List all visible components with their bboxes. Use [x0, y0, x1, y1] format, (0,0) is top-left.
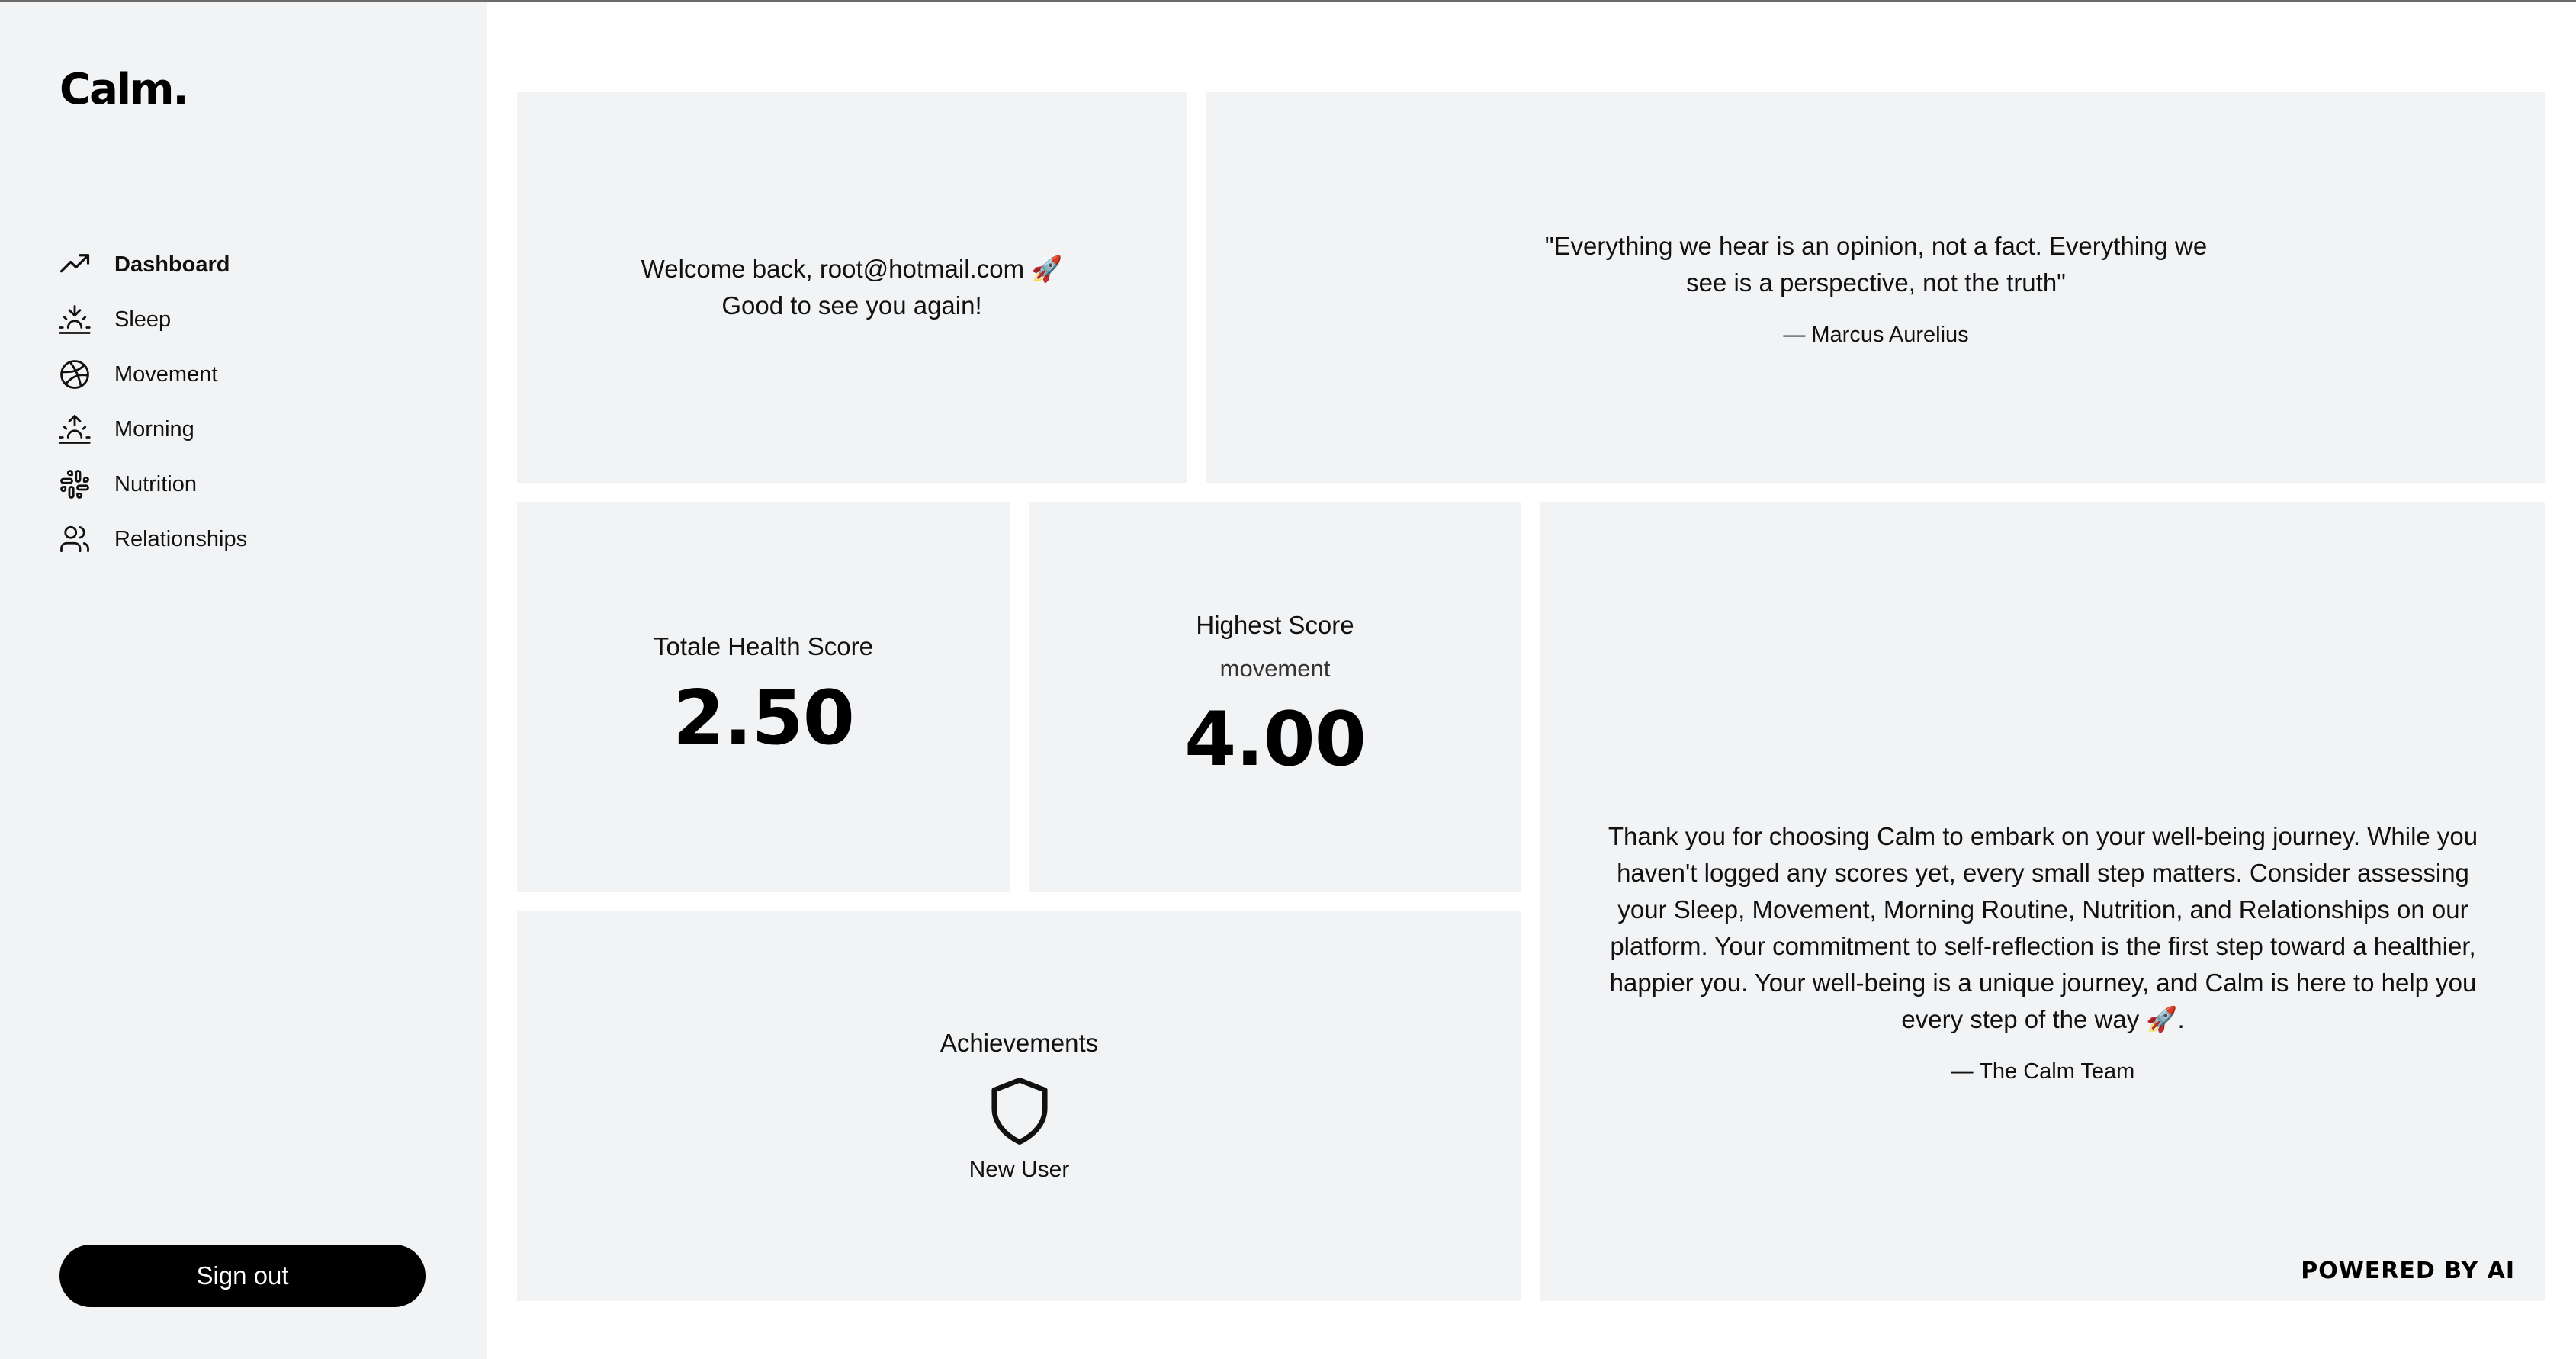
- users-icon: [58, 522, 92, 556]
- sidebar-item-morning[interactable]: Morning: [58, 402, 470, 457]
- sidebar-item-label: Nutrition: [114, 471, 197, 496]
- sidebar-item-movement[interactable]: Movement: [58, 347, 470, 402]
- quote-author: — Marcus Aurelius: [1783, 322, 1969, 347]
- sidebar-item-label: Relationships: [114, 526, 248, 551]
- achievements-card: Achievements New User: [517, 911, 1521, 1301]
- app-logo[interactable]: Calm.: [59, 65, 189, 114]
- welcome-card: Welcome back, root@hotmail.com 🚀 Good to…: [517, 92, 1187, 483]
- highest-score-card: Highest Score movement 4.00: [1029, 502, 1521, 892]
- sunset-icon: [58, 303, 92, 336]
- achievement-badge-label: New User: [968, 1157, 1070, 1182]
- welcome-message: Welcome back, root@hotmail.com 🚀: [641, 255, 1063, 283]
- shield-icon: [991, 1078, 1048, 1145]
- ai-message-author: — The Calm Team: [1951, 1059, 2135, 1084]
- ai-message-card: Thank you for choosing Calm to embark on…: [1540, 502, 2545, 1301]
- sign-out-button[interactable]: Sign out: [59, 1245, 426, 1307]
- achievements-title: Achievements: [940, 1029, 1099, 1057]
- highest-score-category: movement: [1219, 655, 1331, 682]
- sidebar-item-nutrition[interactable]: Nutrition: [58, 457, 470, 512]
- sidebar: Calm. Dashboard Sleep Movement Morning N…: [0, 2, 487, 1359]
- dribbble-ball-icon: [58, 358, 92, 391]
- slack-grid-icon: [58, 467, 92, 501]
- sidebar-nav: Dashboard Sleep Movement Morning Nutriti…: [58, 237, 470, 567]
- sunrise-icon: [58, 413, 92, 446]
- sidebar-item-label: Morning: [114, 416, 194, 442]
- highest-score-label: Highest Score: [1196, 611, 1354, 639]
- highest-score-value: 4.00: [1184, 696, 1367, 783]
- quote-text: "Everything we hear is an opinion, not a…: [1544, 231, 2208, 297]
- total-health-score-card: Totale Health Score 2.50: [517, 502, 1010, 892]
- welcome-subtext: Good to see you again!: [721, 291, 982, 320]
- sidebar-item-label: Sleep: [114, 307, 172, 332]
- sidebar-item-label: Dashboard: [114, 252, 230, 277]
- trending-up-icon: [58, 248, 92, 281]
- quote-card: "Everything we hear is an opinion, not a…: [1206, 92, 2545, 483]
- ai-message-text: Thank you for choosing Calm to embark on…: [1608, 821, 2478, 1033]
- sidebar-item-label: Movement: [114, 361, 218, 387]
- sidebar-item-dashboard[interactable]: Dashboard: [58, 237, 470, 292]
- total-score-value: 2.50: [673, 675, 855, 762]
- sidebar-item-relationships[interactable]: Relationships: [58, 512, 470, 567]
- total-score-label: Totale Health Score: [654, 632, 873, 660]
- sidebar-item-sleep[interactable]: Sleep: [58, 292, 470, 347]
- powered-by-ai-label: POWERED BY AI: [2301, 1258, 2515, 1284]
